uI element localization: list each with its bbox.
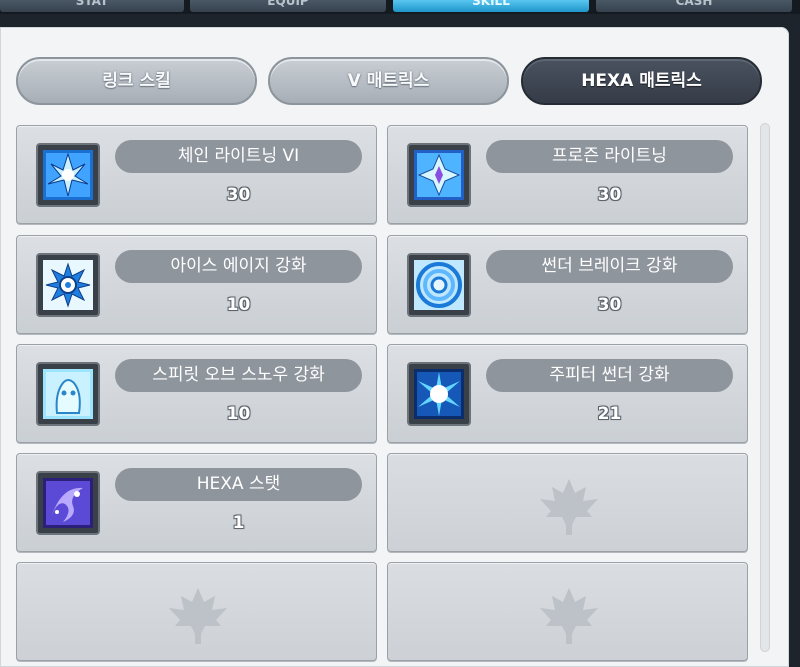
skill-level: 1 (232, 513, 245, 533)
thunder-break-icon (407, 253, 471, 317)
maple-leaf-icon (540, 588, 598, 644)
skill-name: 썬더 브레이크 강화 (486, 250, 733, 283)
top-tab-bar: STAT EQUIP SKILL CASH (0, 0, 800, 14)
skill-slot[interactable]: 썬더 브레이크 강화 30 (387, 235, 748, 334)
hexa-stat-icon (36, 471, 100, 535)
skill-name: 체인 라이트닝 VI (115, 140, 362, 173)
empty-skill-slot (387, 562, 748, 661)
skill-name: HEXA 스탯 (115, 468, 362, 501)
skill-slot[interactable]: 스피릿 오브 스노우 강화 10 (16, 344, 377, 443)
skill-name: 프로즌 라이트닝 (486, 140, 733, 173)
empty-skill-slot (16, 562, 377, 661)
tab-cash[interactable]: CASH (596, 0, 792, 12)
skill-slot[interactable]: 프로즌 라이트닝 30 (387, 125, 748, 224)
skill-level: 21 (597, 404, 622, 424)
subtab-link-skill[interactable]: 링크 스킬 (16, 57, 257, 105)
skill-level: 30 (597, 185, 622, 205)
tab-equip[interactable]: EQUIP (190, 0, 386, 12)
skill-name: 주피터 썬더 강화 (486, 359, 733, 392)
skill-name: 스피릿 오브 스노우 강화 (115, 359, 362, 392)
maple-leaf-icon (540, 479, 598, 535)
skill-slot[interactable]: HEXA 스탯 1 (16, 453, 377, 552)
spirit-of-snow-icon (36, 362, 100, 426)
maple-leaf-icon (169, 588, 227, 644)
vertical-scrollbar[interactable] (760, 123, 770, 652)
jupiter-thunder-icon (407, 362, 471, 426)
skill-slot[interactable]: 주피터 썬더 강화 21 (387, 344, 748, 443)
subtab-hexa-matrix[interactable]: HEXA 매트릭스 (521, 57, 762, 105)
ice-age-icon (36, 253, 100, 317)
tab-skill[interactable]: SKILL (393, 0, 589, 12)
skill-level: 30 (597, 295, 622, 315)
tab-stat[interactable]: STAT (0, 0, 184, 12)
skill-level: 30 (226, 185, 251, 205)
chain-lightning-icon (36, 143, 100, 207)
skill-name: 아이스 에이지 강화 (115, 250, 362, 283)
empty-skill-slot (387, 453, 748, 552)
skill-level: 10 (226, 404, 251, 424)
skill-slot[interactable]: 아이스 에이지 강화 10 (16, 235, 377, 334)
frozen-lightning-icon (407, 143, 471, 207)
subtab-v-matrix[interactable]: V 매트릭스 (268, 57, 509, 105)
skill-slot[interactable]: 체인 라이트닝 VI 30 (16, 125, 377, 224)
skill-level: 10 (226, 295, 251, 315)
